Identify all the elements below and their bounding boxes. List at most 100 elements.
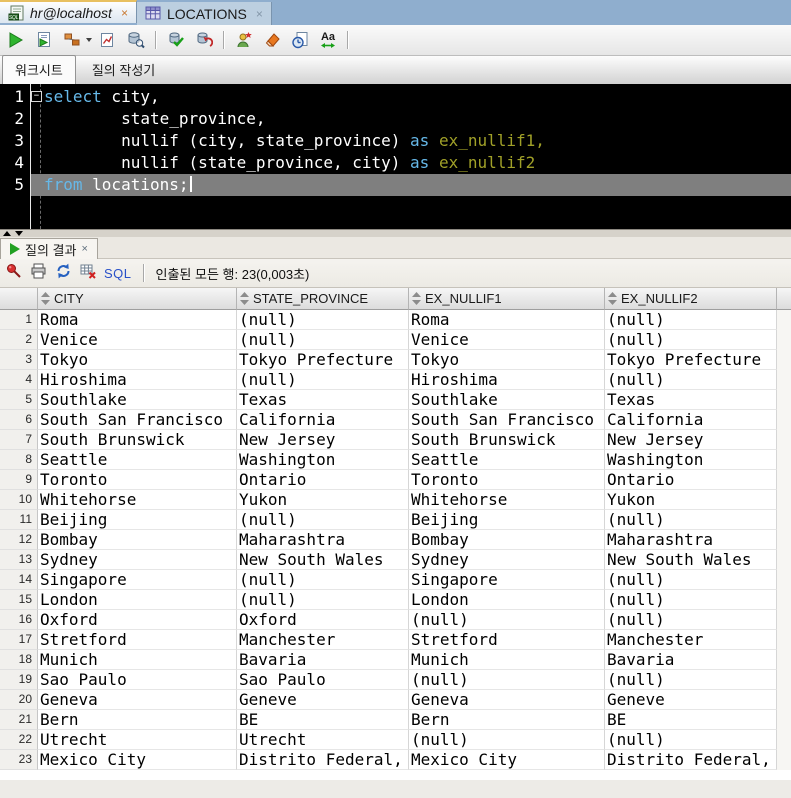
table-cell[interactable]: New South Wales [237,550,409,570]
table-cell[interactable]: Seattle [409,450,605,470]
sql-editor[interactable]: 1− select city, 2 state_province, 3 nullif … [0,84,791,229]
close-icon[interactable]: × [256,8,263,20]
row-number[interactable]: 16 [0,610,38,630]
table-row[interactable]: 2 Venice (null) Venice (null) [0,330,791,350]
table-cell[interactable]: Hiroshima [409,370,605,390]
table-row[interactable]: 11 Beijing (null) Beijing (null) [0,510,791,530]
table-cell[interactable]: Seattle [38,450,237,470]
table-cell[interactable]: Stretford [38,630,237,650]
table-cell[interactable]: (null) [605,310,777,330]
tab-query-result[interactable]: 질의 결과 × [0,238,98,259]
table-cell[interactable]: Stretford [409,630,605,650]
row-number[interactable]: 21 [0,710,38,730]
delete-result-button[interactable] [80,263,96,284]
table-cell[interactable]: (null) [409,670,605,690]
table-cell[interactable]: Bombay [409,530,605,550]
table-cell[interactable]: Yukon [605,490,777,510]
row-number[interactable]: 10 [0,490,38,510]
row-number[interactable]: 12 [0,530,38,550]
row-number[interactable]: 9 [0,470,38,490]
table-row[interactable]: 10 Whitehorse Yukon Whitehorse Yukon [0,490,791,510]
column-header-city[interactable]: CITY [38,288,237,310]
table-cell[interactable]: Venice [409,330,605,350]
row-number[interactable]: 15 [0,590,38,610]
table-cell[interactable]: Manchester [237,630,409,650]
table-cell[interactable]: Geneva [38,690,237,710]
table-row[interactable]: 12 Bombay Maharashtra Bombay Maharashtra [0,530,791,550]
table-cell[interactable]: Singapore [38,570,237,590]
row-number[interactable]: 20 [0,690,38,710]
table-cell[interactable]: (null) [237,570,409,590]
print-button[interactable] [30,263,47,284]
table-cell[interactable]: New South Wales [605,550,777,570]
row-number[interactable]: 6 [0,410,38,430]
pin-button[interactable] [6,263,22,284]
table-row[interactable]: 20 Geneva Geneve Geneva Geneve [0,690,791,710]
column-header-ex_nullif1[interactable]: EX_NULLIF1 [409,288,605,310]
table-cell[interactable]: Bavaria [237,650,409,670]
refresh-button[interactable] [55,263,72,284]
table-cell[interactable]: Geneva [409,690,605,710]
table-cell[interactable]: Mexico City [38,750,237,770]
table-cell[interactable]: Sao Paulo [237,670,409,690]
table-cell[interactable]: New Jersey [237,430,409,450]
table-cell[interactable]: Oxford [237,610,409,630]
table-cell[interactable]: California [237,410,409,430]
table-cell[interactable]: Mexico City [409,750,605,770]
table-cell[interactable]: Tokyo [409,350,605,370]
table-cell[interactable]: BE [605,710,777,730]
tab-worksheet[interactable]: 워크시트 [2,55,76,84]
table-row[interactable]: 14 Singapore (null) Singapore (null) [0,570,791,590]
close-icon[interactable]: × [81,243,87,255]
table-cell[interactable]: Ontario [605,470,777,490]
code-line[interactable]: 5 from locations; [0,174,791,196]
commit-button[interactable] [164,28,188,52]
table-cell[interactable]: Beijing [38,510,237,530]
sql-link[interactable]: SQL [104,266,132,281]
sql-history-button[interactable] [288,28,312,52]
run-statement-button[interactable] [4,28,28,52]
code-line[interactable]: 4 nullif (state_province, city) as ex_nu… [0,152,791,174]
table-cell[interactable]: Tokyo Prefecture [237,350,409,370]
table-row[interactable]: 23 Mexico City Distrito Federal, Mexico Cit… [0,750,791,770]
table-cell[interactable]: Whitehorse [409,490,605,510]
table-cell[interactable]: (null) [605,330,777,350]
table-row[interactable]: 21 Bern BE Bern BE [0,710,791,730]
table-cell[interactable]: South Brunswick [38,430,237,450]
close-icon[interactable]: × [121,7,128,19]
table-cell[interactable]: Bavaria [605,650,777,670]
table-row[interactable]: 8 Seattle Washington Seattle Washington [0,450,791,470]
table-row[interactable]: 15 London (null) London (null) [0,590,791,610]
table-cell[interactable]: (null) [237,310,409,330]
table-row[interactable]: 7 South Brunswick New Jersey South Brunswic… [0,430,791,450]
splitter-collapse-down-icon[interactable] [15,231,23,236]
autotrace-button[interactable] [96,28,120,52]
column-header-state_province[interactable]: STATE_PROVINCE [237,288,409,310]
row-number[interactable]: 5 [0,390,38,410]
table-cell[interactable]: Sydney [409,550,605,570]
row-number[interactable]: 14 [0,570,38,590]
table-cell[interactable]: Maharashtra [605,530,777,550]
table-row[interactable]: 19 Sao Paulo Sao Paulo (null) (null) [0,670,791,690]
table-cell[interactable]: (null) [605,370,777,390]
table-cell[interactable]: (null) [409,610,605,630]
table-cell[interactable]: (null) [605,610,777,630]
table-cell[interactable]: (null) [605,590,777,610]
tab-locations-table[interactable]: LOCATIONS × [136,2,272,25]
table-cell[interactable]: Munich [409,650,605,670]
row-number[interactable]: 8 [0,450,38,470]
table-cell[interactable]: Beijing [409,510,605,530]
table-cell[interactable]: Distrito Federal, [237,750,409,770]
run-script-button[interactable] [32,28,56,52]
table-row[interactable]: 18 Munich Bavaria Munich Bavaria [0,650,791,670]
table-row[interactable]: 17 Stretford Manchester Stretford Manchester [0,630,791,650]
table-cell[interactable]: Whitehorse [38,490,237,510]
row-number[interactable]: 2 [0,330,38,350]
table-row[interactable]: 1 Roma (null) Roma (null) [0,310,791,330]
row-number[interactable]: 18 [0,650,38,670]
table-cell[interactable]: Roma [38,310,237,330]
table-row[interactable]: 16 Oxford Oxford (null) (null) [0,610,791,630]
row-number[interactable]: 4 [0,370,38,390]
table-cell[interactable]: (null) [605,730,777,750]
table-cell[interactable]: Singapore [409,570,605,590]
